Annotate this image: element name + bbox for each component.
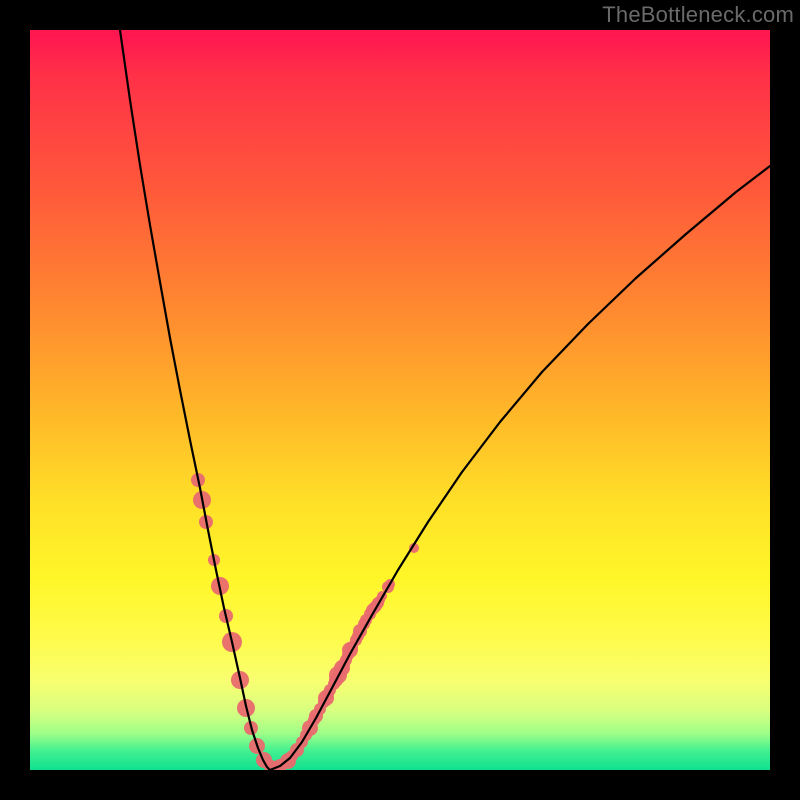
curve-left-curve xyxy=(120,30,270,770)
chart-plot-area xyxy=(30,30,770,770)
chart-frame: TheBottleneck.com xyxy=(0,0,800,800)
watermark-text: TheBottleneck.com xyxy=(602,2,794,28)
markers-group xyxy=(191,473,419,770)
chart-svg xyxy=(30,30,770,770)
curve-group xyxy=(120,30,770,770)
